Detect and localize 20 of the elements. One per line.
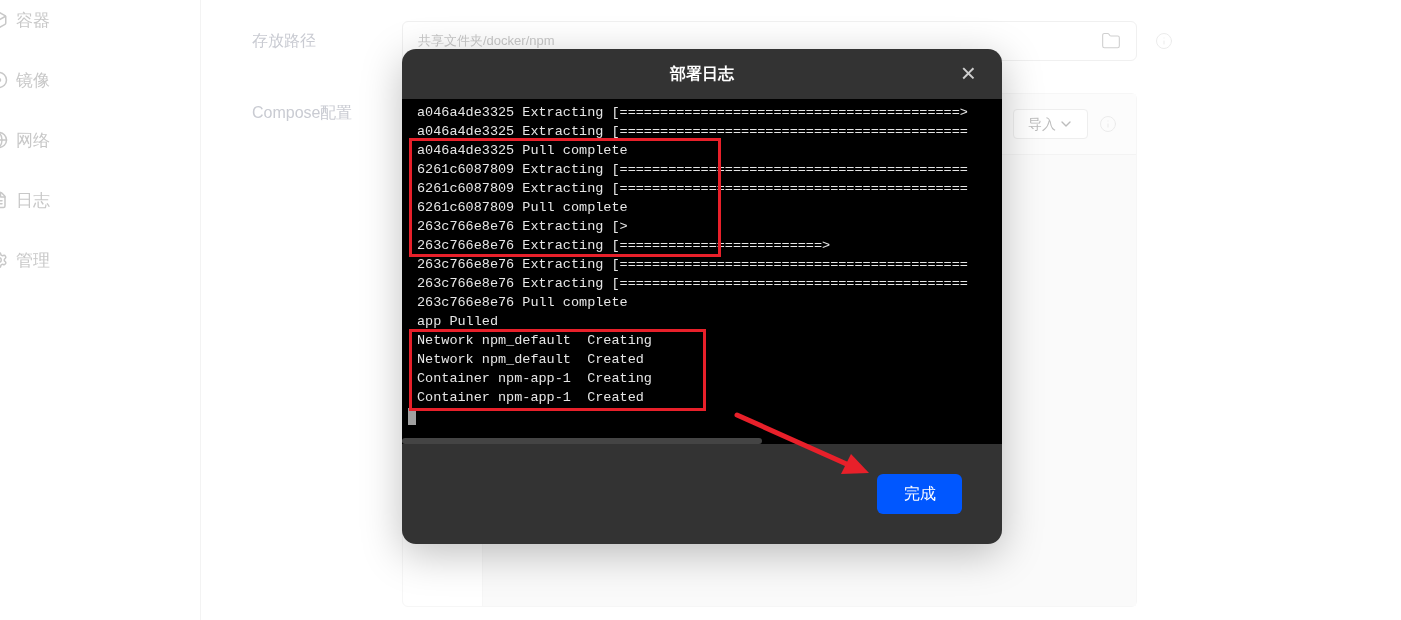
- log-line: a046a4de3325 Extracting [===========================================: [417, 123, 968, 141]
- log-line: Network npm_default Creating: [417, 332, 652, 350]
- log-line: a046a4de3325 Extracting [==========================================>: [417, 104, 968, 122]
- folder-icon[interactable]: [1101, 31, 1121, 51]
- log-line: 263c766e8e76 Extracting [>: [417, 218, 628, 236]
- log-line: a046a4de3325 Pull complete: [417, 142, 628, 160]
- log-line: Container npm-app-1 Creating: [417, 370, 652, 388]
- import-dropdown[interactable]: 导入: [1013, 109, 1088, 139]
- cursor: [408, 408, 416, 425]
- log-line: app Pulled: [417, 313, 498, 331]
- log-line: Container npm-app-1 Created: [417, 389, 644, 407]
- done-button[interactable]: 完成: [877, 474, 962, 514]
- scrollbar[interactable]: [402, 438, 762, 444]
- dialog-title: 部署日志: [670, 64, 734, 84]
- log-line: Network npm_default Created: [417, 351, 644, 369]
- close-button[interactable]: ×: [960, 59, 976, 87]
- log-line: 263c766e8e76 Extracting [===========================================: [417, 256, 968, 274]
- log-line: 6261c6087809 Pull complete: [417, 199, 628, 217]
- log-line: 263c766e8e76 Pull complete: [417, 294, 628, 312]
- log-line: 263c766e8e76 Extracting [===========================================: [417, 275, 968, 293]
